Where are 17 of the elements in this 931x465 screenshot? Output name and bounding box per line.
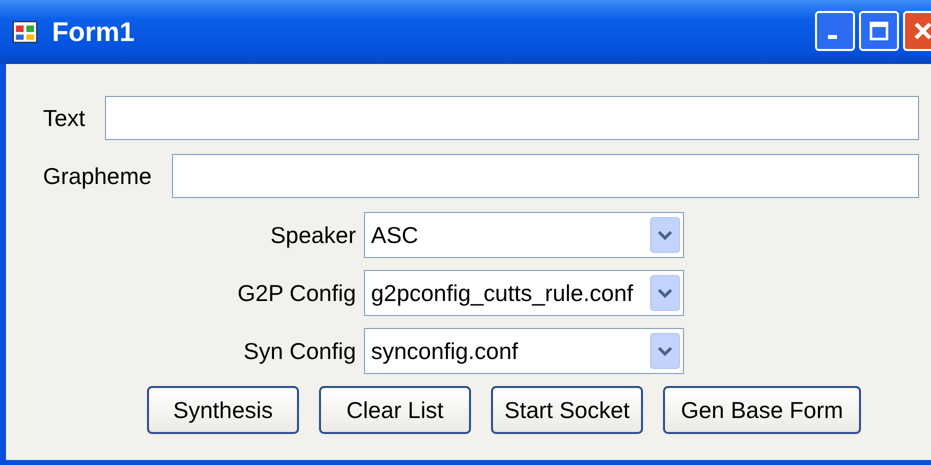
field-label: Text	[43, 104, 86, 132]
dropdown-field[interactable]: g2pconfig_cutts_rule.conf	[364, 270, 684, 316]
field-label: Grapheme	[43, 162, 152, 190]
dropdown-field[interactable]: ASC	[364, 212, 684, 258]
window-title: Form1	[52, 16, 136, 48]
action-button[interactable]: Gen Base Form	[663, 386, 861, 434]
action-button[interactable]: Start Socket	[491, 386, 643, 434]
app-icon	[12, 19, 38, 45]
combo-label: Speaker	[269, 222, 357, 248]
combo-label: Syn Config	[242, 338, 357, 364]
action-button[interactable]: Synthesis	[147, 386, 299, 434]
text-field[interactable]	[172, 154, 919, 198]
close-button[interactable]	[903, 11, 931, 51]
action-button[interactable]: Clear List	[319, 386, 471, 434]
dropdown-field[interactable]: synconfig.conf	[364, 328, 684, 374]
combo-label: G2P Config	[236, 280, 357, 306]
text-field[interactable]	[105, 96, 919, 140]
